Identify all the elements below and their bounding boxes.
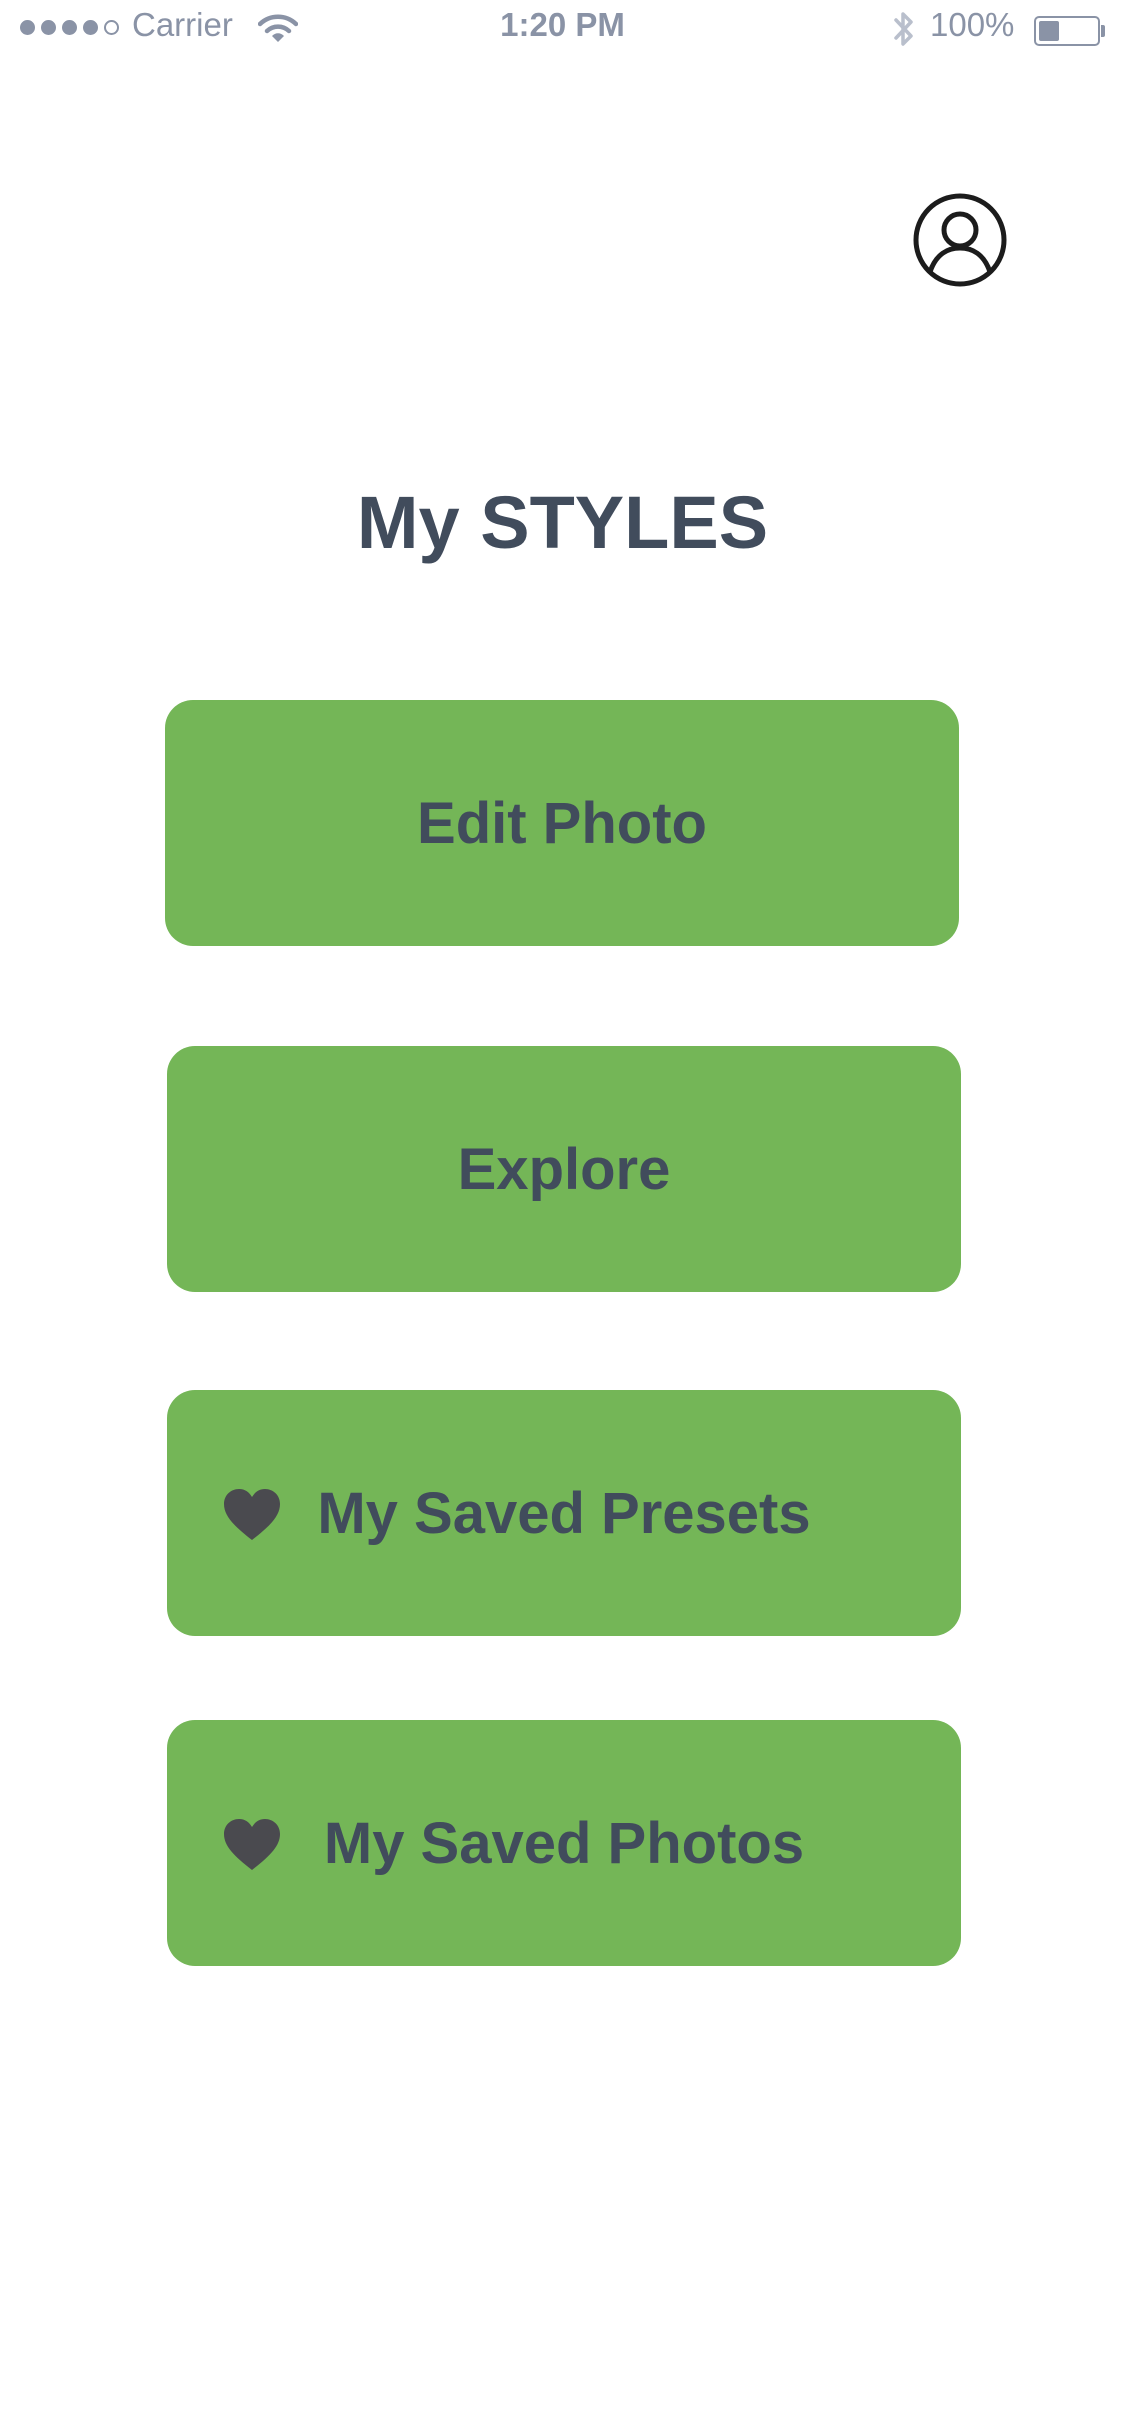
bluetooth-icon bbox=[892, 8, 916, 55]
explore-label: Explore bbox=[457, 1136, 671, 1202]
heart-icon bbox=[222, 1488, 282, 1542]
saved-presets-button[interactable]: My Saved Presets bbox=[167, 1390, 961, 1636]
battery-icon bbox=[1034, 16, 1100, 46]
battery-level-fill bbox=[1039, 21, 1059, 41]
explore-button[interactable]: Explore bbox=[167, 1046, 961, 1292]
saved-presets-label: My Saved Presets bbox=[317, 1480, 811, 1546]
page-title: My STYLES bbox=[356, 481, 769, 564]
heart-icon bbox=[222, 1818, 282, 1872]
saved-photos-button[interactable]: My Saved Photos bbox=[167, 1720, 961, 1966]
profile-button[interactable] bbox=[912, 192, 1008, 288]
battery-cap bbox=[1101, 25, 1105, 37]
edit-photo-button[interactable]: Edit Photo bbox=[165, 700, 959, 946]
saved-photos-label: My Saved Photos bbox=[323, 1810, 805, 1876]
battery-percentage: 100% bbox=[930, 6, 1015, 43]
user-circle-icon bbox=[913, 193, 1007, 287]
edit-photo-label: Edit Photo bbox=[417, 790, 707, 856]
status-bar: Carrier 1:20 PM 100% bbox=[0, 0, 1125, 60]
